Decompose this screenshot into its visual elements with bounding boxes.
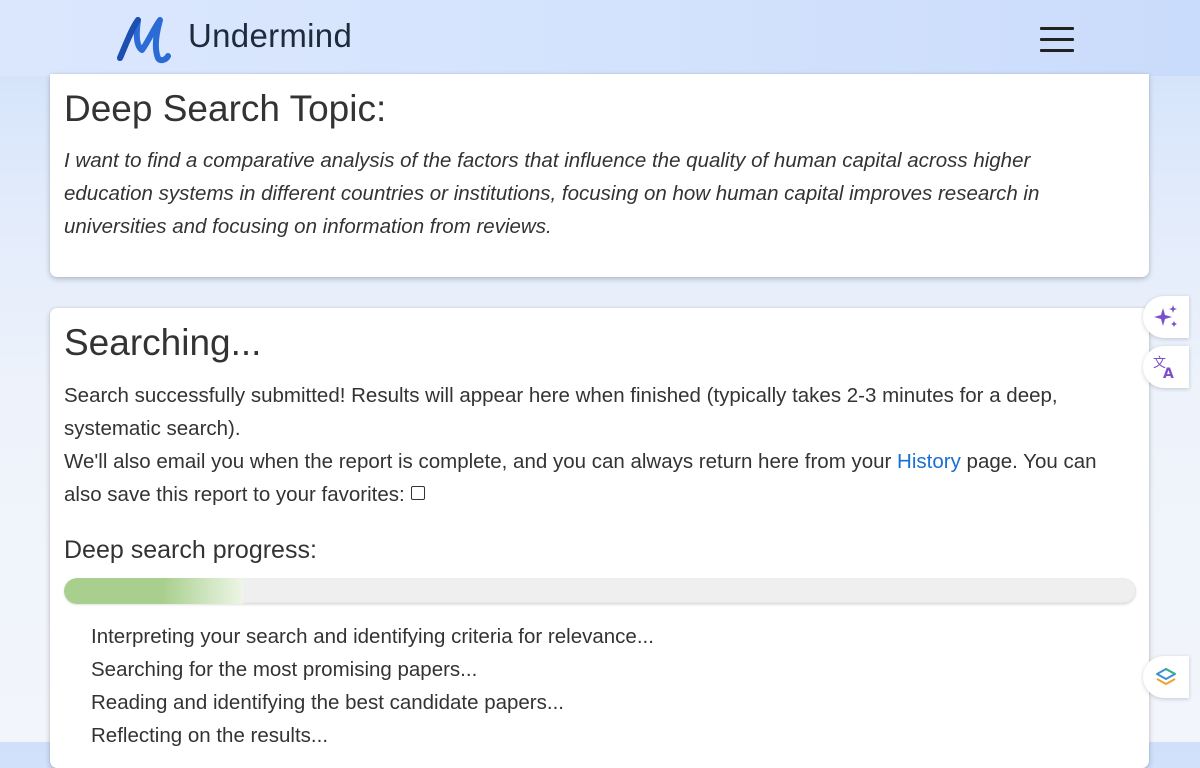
- layers-icon: [1156, 668, 1176, 685]
- search-status-card: Searching... Search successfully submitt…: [50, 308, 1149, 768]
- topic-text: I want to find a comparative analysis of…: [64, 149, 1040, 238]
- progress-bar-fill: [64, 578, 244, 604]
- svg-text:A: A: [1163, 366, 1174, 382]
- progress-bar: [64, 578, 1136, 604]
- submitted-message: Search successfully submitted! Results w…: [64, 384, 1058, 440]
- favorite-checkbox[interactable]: [410, 485, 425, 500]
- step-item: Searching for the most promising papers.…: [91, 658, 478, 681]
- topic-card: Deep Search Topic: I want to find a comp…: [50, 74, 1149, 277]
- layers-button[interactable]: [1143, 656, 1189, 698]
- progress-steps: Interpreting your search and identifying…: [91, 620, 654, 752]
- translate-button[interactable]: 文 A: [1143, 346, 1189, 388]
- top-header: Undermind: [0, 0, 1200, 76]
- email-message: We'll also email you when the report is …: [64, 445, 1139, 511]
- step-item: Reflecting on the results...: [91, 724, 329, 747]
- email-text-before: We'll also email you when the report is …: [64, 450, 898, 473]
- brand-name[interactable]: Undermind: [188, 17, 352, 55]
- translate-icon: 文 A: [1153, 356, 1174, 382]
- topic-title: Deep Search Topic:: [64, 88, 387, 129]
- step-item: Reading and identifying the best candida…: [91, 691, 564, 714]
- hamburger-menu-icon[interactable]: [1038, 24, 1076, 54]
- history-link[interactable]: History: [897, 450, 961, 473]
- sparkles-icon: [1154, 305, 1177, 327]
- search-status-title: Searching...: [64, 322, 262, 363]
- undermind-logo[interactable]: [116, 14, 172, 64]
- sparkles-button[interactable]: [1143, 296, 1189, 338]
- progress-label: Deep search progress:: [64, 536, 317, 564]
- step-item: Interpreting your search and identifying…: [91, 625, 654, 648]
